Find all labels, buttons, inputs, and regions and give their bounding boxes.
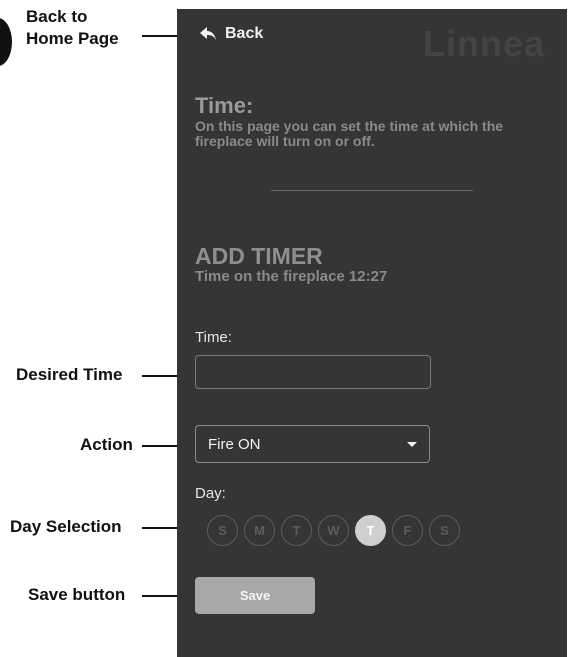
day-thursday[interactable]: T xyxy=(355,515,386,546)
day-monday[interactable]: M xyxy=(244,515,275,546)
section-title: Time: xyxy=(195,93,254,118)
day-label: Day: xyxy=(195,485,226,502)
action-select-value: Fire ON xyxy=(208,435,261,453)
brand-logo: Linnea xyxy=(422,23,545,64)
divider xyxy=(271,190,473,191)
day-selector: S M T W T F S xyxy=(207,515,460,546)
back-button[interactable]: Back xyxy=(199,25,263,43)
annotation-desired-time: Desired Time xyxy=(16,365,123,384)
chevron-down-icon xyxy=(407,441,417,447)
annotation-back: Back to Home Page xyxy=(26,7,119,48)
annotation-action: Action xyxy=(80,435,133,454)
time-label: Time: xyxy=(195,329,232,346)
back-arrow-icon xyxy=(200,27,216,40)
action-select[interactable]: Fire ON xyxy=(195,425,430,463)
back-label: Back xyxy=(225,25,264,42)
annotation-save-button: Save button xyxy=(28,585,126,604)
day-tuesday[interactable]: T xyxy=(281,515,312,546)
section-description: On this page you can set the time at whi… xyxy=(195,118,504,149)
day-friday[interactable]: F xyxy=(392,515,423,546)
save-button[interactable]: Save xyxy=(195,577,315,614)
annotation-day-selection: Day Selection xyxy=(10,517,122,536)
decorative-circle xyxy=(0,18,12,66)
app-screen: Back Linnea Time: On this page you can s… xyxy=(177,9,567,657)
day-sunday[interactable]: S xyxy=(207,515,238,546)
add-timer-title: ADD TIMER xyxy=(195,243,323,269)
day-wednesday[interactable]: W xyxy=(318,515,349,546)
add-timer-subtitle: Time on the fireplace 12:27 xyxy=(195,268,388,285)
day-saturday[interactable]: S xyxy=(429,515,460,546)
time-input[interactable] xyxy=(195,355,431,389)
